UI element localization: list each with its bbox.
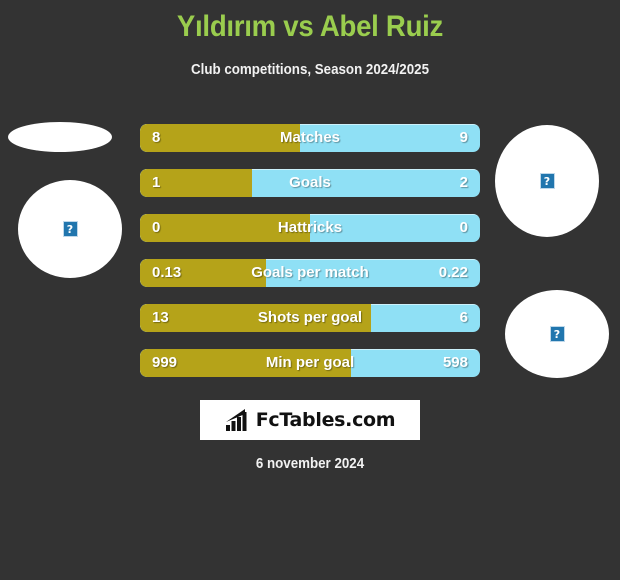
away-value-min-per-goal: 598	[442, 354, 468, 371]
broken-image-icon: ?	[549, 326, 565, 342]
stat-comparison-chart: 8 Matches 9 1 Goals 2 0 Hattricks 0 0.13…	[140, 124, 480, 394]
stat-row-goals: 1 Goals 2	[140, 169, 480, 197]
away-player-photo: ?	[495, 125, 599, 237]
bar-chart-icon	[225, 409, 247, 431]
stat-label-goals: Goals	[289, 174, 331, 191]
stat-row-hattricks: 0 Hattricks 0	[140, 214, 480, 242]
broken-image-icon: ?	[62, 221, 78, 237]
stat-row-shots-per-goal: 13 Shots per goal 6	[140, 304, 480, 332]
stat-label-hattricks: Hattricks	[277, 219, 343, 236]
stat-row-matches: 8 Matches 9	[140, 124, 480, 152]
away-value-matches: 9	[459, 129, 468, 146]
stat-row-goals-per-match: 0.13 Goals per match 0.22	[140, 259, 480, 287]
logo-text: FcTables.com	[255, 409, 396, 431]
away-value-shots-per-goal: 6	[459, 309, 468, 326]
page-subtitle: Club competitions, Season 2024/2025	[191, 62, 429, 78]
away-value-hattricks: 0	[459, 219, 468, 236]
home-player-photo: ?	[18, 180, 122, 278]
away-value-goals-per-match: 0.22	[438, 264, 468, 281]
away-club-logo: ?	[505, 290, 609, 378]
home-player-photo-top	[8, 122, 112, 152]
away-value-goals: 2	[459, 174, 468, 191]
stat-row-min-per-goal: 999 Min per goal 598	[140, 349, 480, 377]
stat-label-matches: Matches	[279, 129, 341, 146]
stat-label-min-per-goal: Min per goal	[265, 354, 355, 371]
broken-image-icon: ?	[539, 173, 555, 189]
stat-label-goals-per-match: Goals per match	[251, 264, 369, 281]
fctables-logo[interactable]: FcTables.com	[200, 400, 420, 440]
chart-date: 6 november 2024	[255, 456, 365, 472]
stat-label-shots-per-goal: Shots per goal	[257, 309, 363, 326]
page-title: Yıldırım vs Abel Ruiz	[176, 10, 444, 43]
